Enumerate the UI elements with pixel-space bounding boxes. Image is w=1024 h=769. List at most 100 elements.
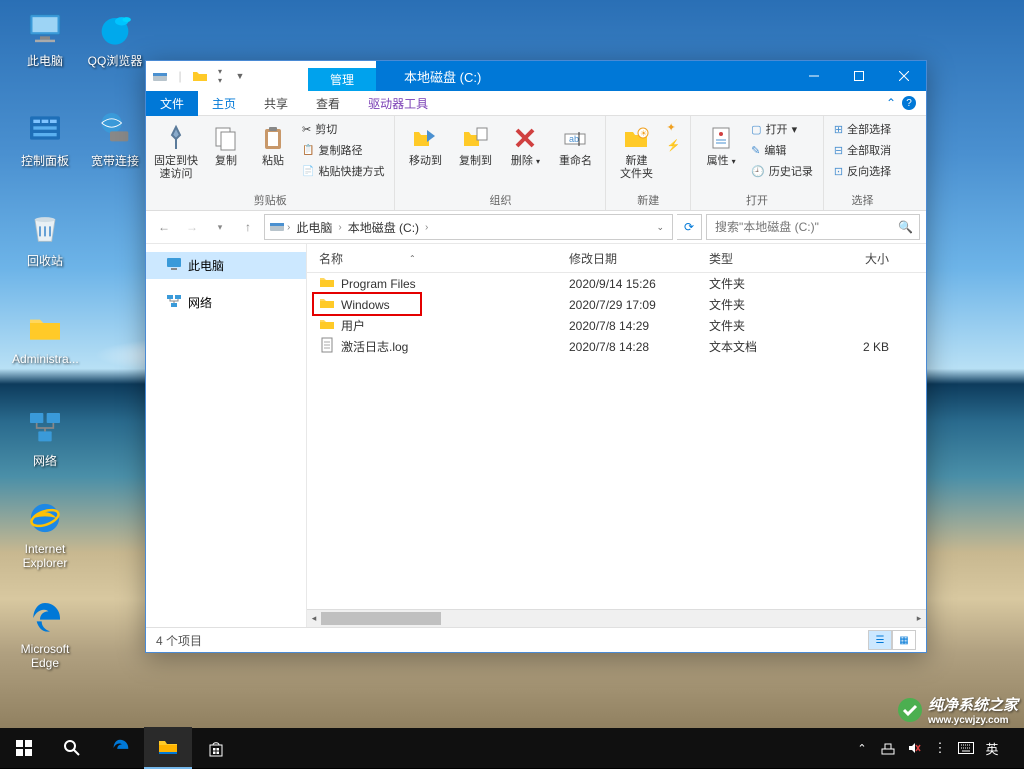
path-icon: 📋 bbox=[302, 145, 314, 156]
tray-ime-indicator[interactable]: 英 bbox=[984, 740, 1000, 756]
address-bar[interactable]: › 此电脑 › 本地磁盘 (C:) › ⌄ bbox=[264, 214, 673, 240]
desktop-icon-recycle-bin[interactable]: 回收站 bbox=[12, 208, 78, 269]
file-row[interactable]: Windows2020/7/29 17:09文件夹 bbox=[307, 294, 926, 315]
desktop-icon-network[interactable]: 网络 bbox=[12, 408, 78, 469]
column-type[interactable]: 类型 bbox=[709, 250, 819, 267]
desktop-icon-edge[interactable]: Microsoft Edge bbox=[12, 598, 78, 670]
close-button[interactable] bbox=[881, 61, 926, 91]
minimize-button[interactable] bbox=[791, 61, 836, 91]
tray-ime-options-icon[interactable]: ⋮ bbox=[932, 740, 948, 756]
tray-volume-muted-icon[interactable] bbox=[906, 740, 922, 756]
folder-icon bbox=[319, 316, 335, 335]
up-button[interactable]: ↑ bbox=[236, 215, 260, 239]
desktop-icon-admin[interactable]: Administra... bbox=[12, 308, 78, 366]
tray-keyboard-icon[interactable] bbox=[958, 740, 974, 756]
ie-icon bbox=[25, 498, 65, 538]
tab-view[interactable]: 查看 bbox=[302, 91, 354, 116]
file-row[interactable]: 激活日志.log2020/7/8 14:28文本文档2 KB bbox=[307, 336, 926, 357]
context-tab-manage[interactable]: 管理 bbox=[308, 68, 376, 91]
address-dropdown-icon[interactable]: ⌄ bbox=[652, 222, 668, 233]
copy-path-button[interactable]: 📋复制路径 bbox=[298, 140, 388, 160]
details-view-button[interactable]: ☰ bbox=[868, 630, 892, 650]
delete-button[interactable]: 删除 ▾ bbox=[501, 119, 549, 170]
breadcrumb-drive-c[interactable]: 本地磁盘 (C:) bbox=[344, 219, 423, 236]
folder-icon[interactable] bbox=[192, 68, 208, 84]
desktop-icon-control-panel[interactable]: 控制面板 bbox=[12, 108, 78, 169]
file-list[interactable]: Program Files2020/9/14 15:26文件夹Windows20… bbox=[307, 273, 926, 609]
select-none-button[interactable]: ⊟全部取消 bbox=[830, 140, 895, 160]
desktop-icon-broadband[interactable]: 宽带连接 bbox=[82, 108, 148, 169]
qat-customize-icon[interactable]: ▼ bbox=[232, 68, 248, 84]
refresh-button[interactable]: ⟳ bbox=[677, 214, 702, 240]
start-button[interactable] bbox=[0, 728, 48, 768]
tray-network-icon[interactable] bbox=[880, 740, 896, 756]
chevron-right-icon[interactable]: › bbox=[287, 222, 290, 233]
tray-chevron-up-icon[interactable]: ⌃ bbox=[854, 740, 870, 756]
watermark-text: 纯净系统之家 bbox=[928, 694, 1018, 715]
qat-dropdown-icon[interactable]: ▾▾ bbox=[212, 68, 228, 84]
file-date: 2020/7/8 14:29 bbox=[569, 319, 709, 333]
rename-button[interactable]: ab重命名 bbox=[551, 119, 599, 170]
breadcrumb-this-pc[interactable]: 此电脑 bbox=[292, 219, 336, 236]
new-folder-button[interactable]: ☀新建 文件夹 bbox=[612, 119, 660, 183]
select-all-button[interactable]: ⊞全部选择 bbox=[830, 119, 895, 139]
desktop-icon-this-pc[interactable]: 此电脑 bbox=[12, 8, 78, 69]
copy-to-button[interactable]: 复制到 bbox=[451, 119, 499, 170]
nav-this-pc[interactable]: 此电脑 bbox=[146, 252, 306, 279]
cut-button[interactable]: ✂剪切 bbox=[298, 119, 388, 139]
desktop-icon-ie[interactable]: Internet Explorer bbox=[12, 498, 78, 570]
titlebar[interactable]: | ▾▾ ▼ 管理 本地磁盘 (C:) bbox=[146, 61, 926, 91]
history-button[interactable]: 🕘历史记录 bbox=[747, 161, 817, 181]
collapse-ribbon-icon[interactable]: ⌃ bbox=[886, 96, 896, 110]
paste-shortcut-button[interactable]: 📄粘贴快捷方式 bbox=[298, 161, 388, 181]
taskbar-explorer[interactable] bbox=[144, 727, 192, 769]
search-icon[interactable]: 🔍 bbox=[898, 220, 913, 234]
invert-selection-button[interactable]: ⊡反向选择 bbox=[830, 161, 895, 181]
column-headers: 名称⌃ 修改日期 类型 大小 bbox=[307, 244, 926, 273]
taskbar[interactable]: ⌃ ⋮ 英 bbox=[0, 728, 1024, 768]
column-date[interactable]: 修改日期 bbox=[569, 250, 709, 267]
file-row[interactable]: 用户2020/7/8 14:29文件夹 bbox=[307, 315, 926, 336]
newitem-icon: ✦ bbox=[666, 121, 675, 134]
tab-drive-tools[interactable]: 驱动器工具 bbox=[354, 91, 442, 116]
new-item-button[interactable]: ✦ bbox=[662, 119, 684, 136]
open-button[interactable]: ▢打开 ▾ bbox=[747, 119, 817, 139]
taskbar-store[interactable] bbox=[192, 728, 240, 768]
group-open-label: 打开 bbox=[697, 191, 817, 209]
copy-button[interactable]: 复制 bbox=[202, 119, 250, 170]
forward-button[interactable]: → bbox=[180, 215, 204, 239]
chevron-right-icon[interactable]: › bbox=[425, 222, 428, 233]
tab-share[interactable]: 共享 bbox=[250, 91, 302, 116]
column-name[interactable]: 名称⌃ bbox=[319, 250, 569, 267]
move-to-button[interactable]: 移动到 bbox=[401, 119, 449, 170]
horizontal-scrollbar[interactable]: ◂ ▸ bbox=[307, 609, 926, 627]
help-icon[interactable]: ? bbox=[902, 96, 916, 110]
paste-icon bbox=[254, 121, 292, 155]
search-input[interactable] bbox=[713, 219, 898, 235]
navigation-pane[interactable]: 此电脑 网络 bbox=[146, 244, 307, 627]
taskbar-edge[interactable] bbox=[96, 728, 144, 768]
scroll-right-icon[interactable]: ▸ bbox=[912, 610, 926, 627]
tab-home[interactable]: 主页 bbox=[198, 91, 250, 116]
nav-network[interactable]: 网络 bbox=[146, 289, 306, 316]
recent-locations-button[interactable]: ▾ bbox=[208, 215, 232, 239]
pin-to-quick-access-button[interactable]: 固定到快 速访问 bbox=[152, 119, 200, 183]
properties-button[interactable]: 属性 ▾ bbox=[697, 119, 745, 170]
maximize-button[interactable] bbox=[836, 61, 881, 91]
search-button[interactable] bbox=[48, 728, 96, 768]
tab-file[interactable]: 文件 bbox=[146, 91, 198, 116]
back-button[interactable]: ← bbox=[152, 215, 176, 239]
edit-button[interactable]: ✎编辑 bbox=[747, 140, 817, 160]
easy-access-button[interactable]: ⚡ bbox=[662, 137, 684, 154]
desktop-icon-label: 回收站 bbox=[27, 254, 63, 268]
search-box[interactable]: 🔍 bbox=[706, 214, 920, 240]
scrollbar-thumb[interactable] bbox=[321, 612, 441, 625]
paste-button[interactable]: 粘贴 bbox=[252, 119, 294, 170]
column-size[interactable]: 大小 bbox=[819, 250, 889, 267]
file-row[interactable]: Program Files2020/9/14 15:26文件夹 bbox=[307, 273, 926, 294]
network-icon bbox=[166, 293, 182, 312]
scroll-left-icon[interactable]: ◂ bbox=[307, 610, 321, 627]
icons-view-button[interactable]: ▦ bbox=[892, 630, 916, 650]
chevron-right-icon[interactable]: › bbox=[338, 222, 341, 233]
desktop-icon-qq-browser[interactable]: QQ浏览器 bbox=[82, 8, 148, 69]
